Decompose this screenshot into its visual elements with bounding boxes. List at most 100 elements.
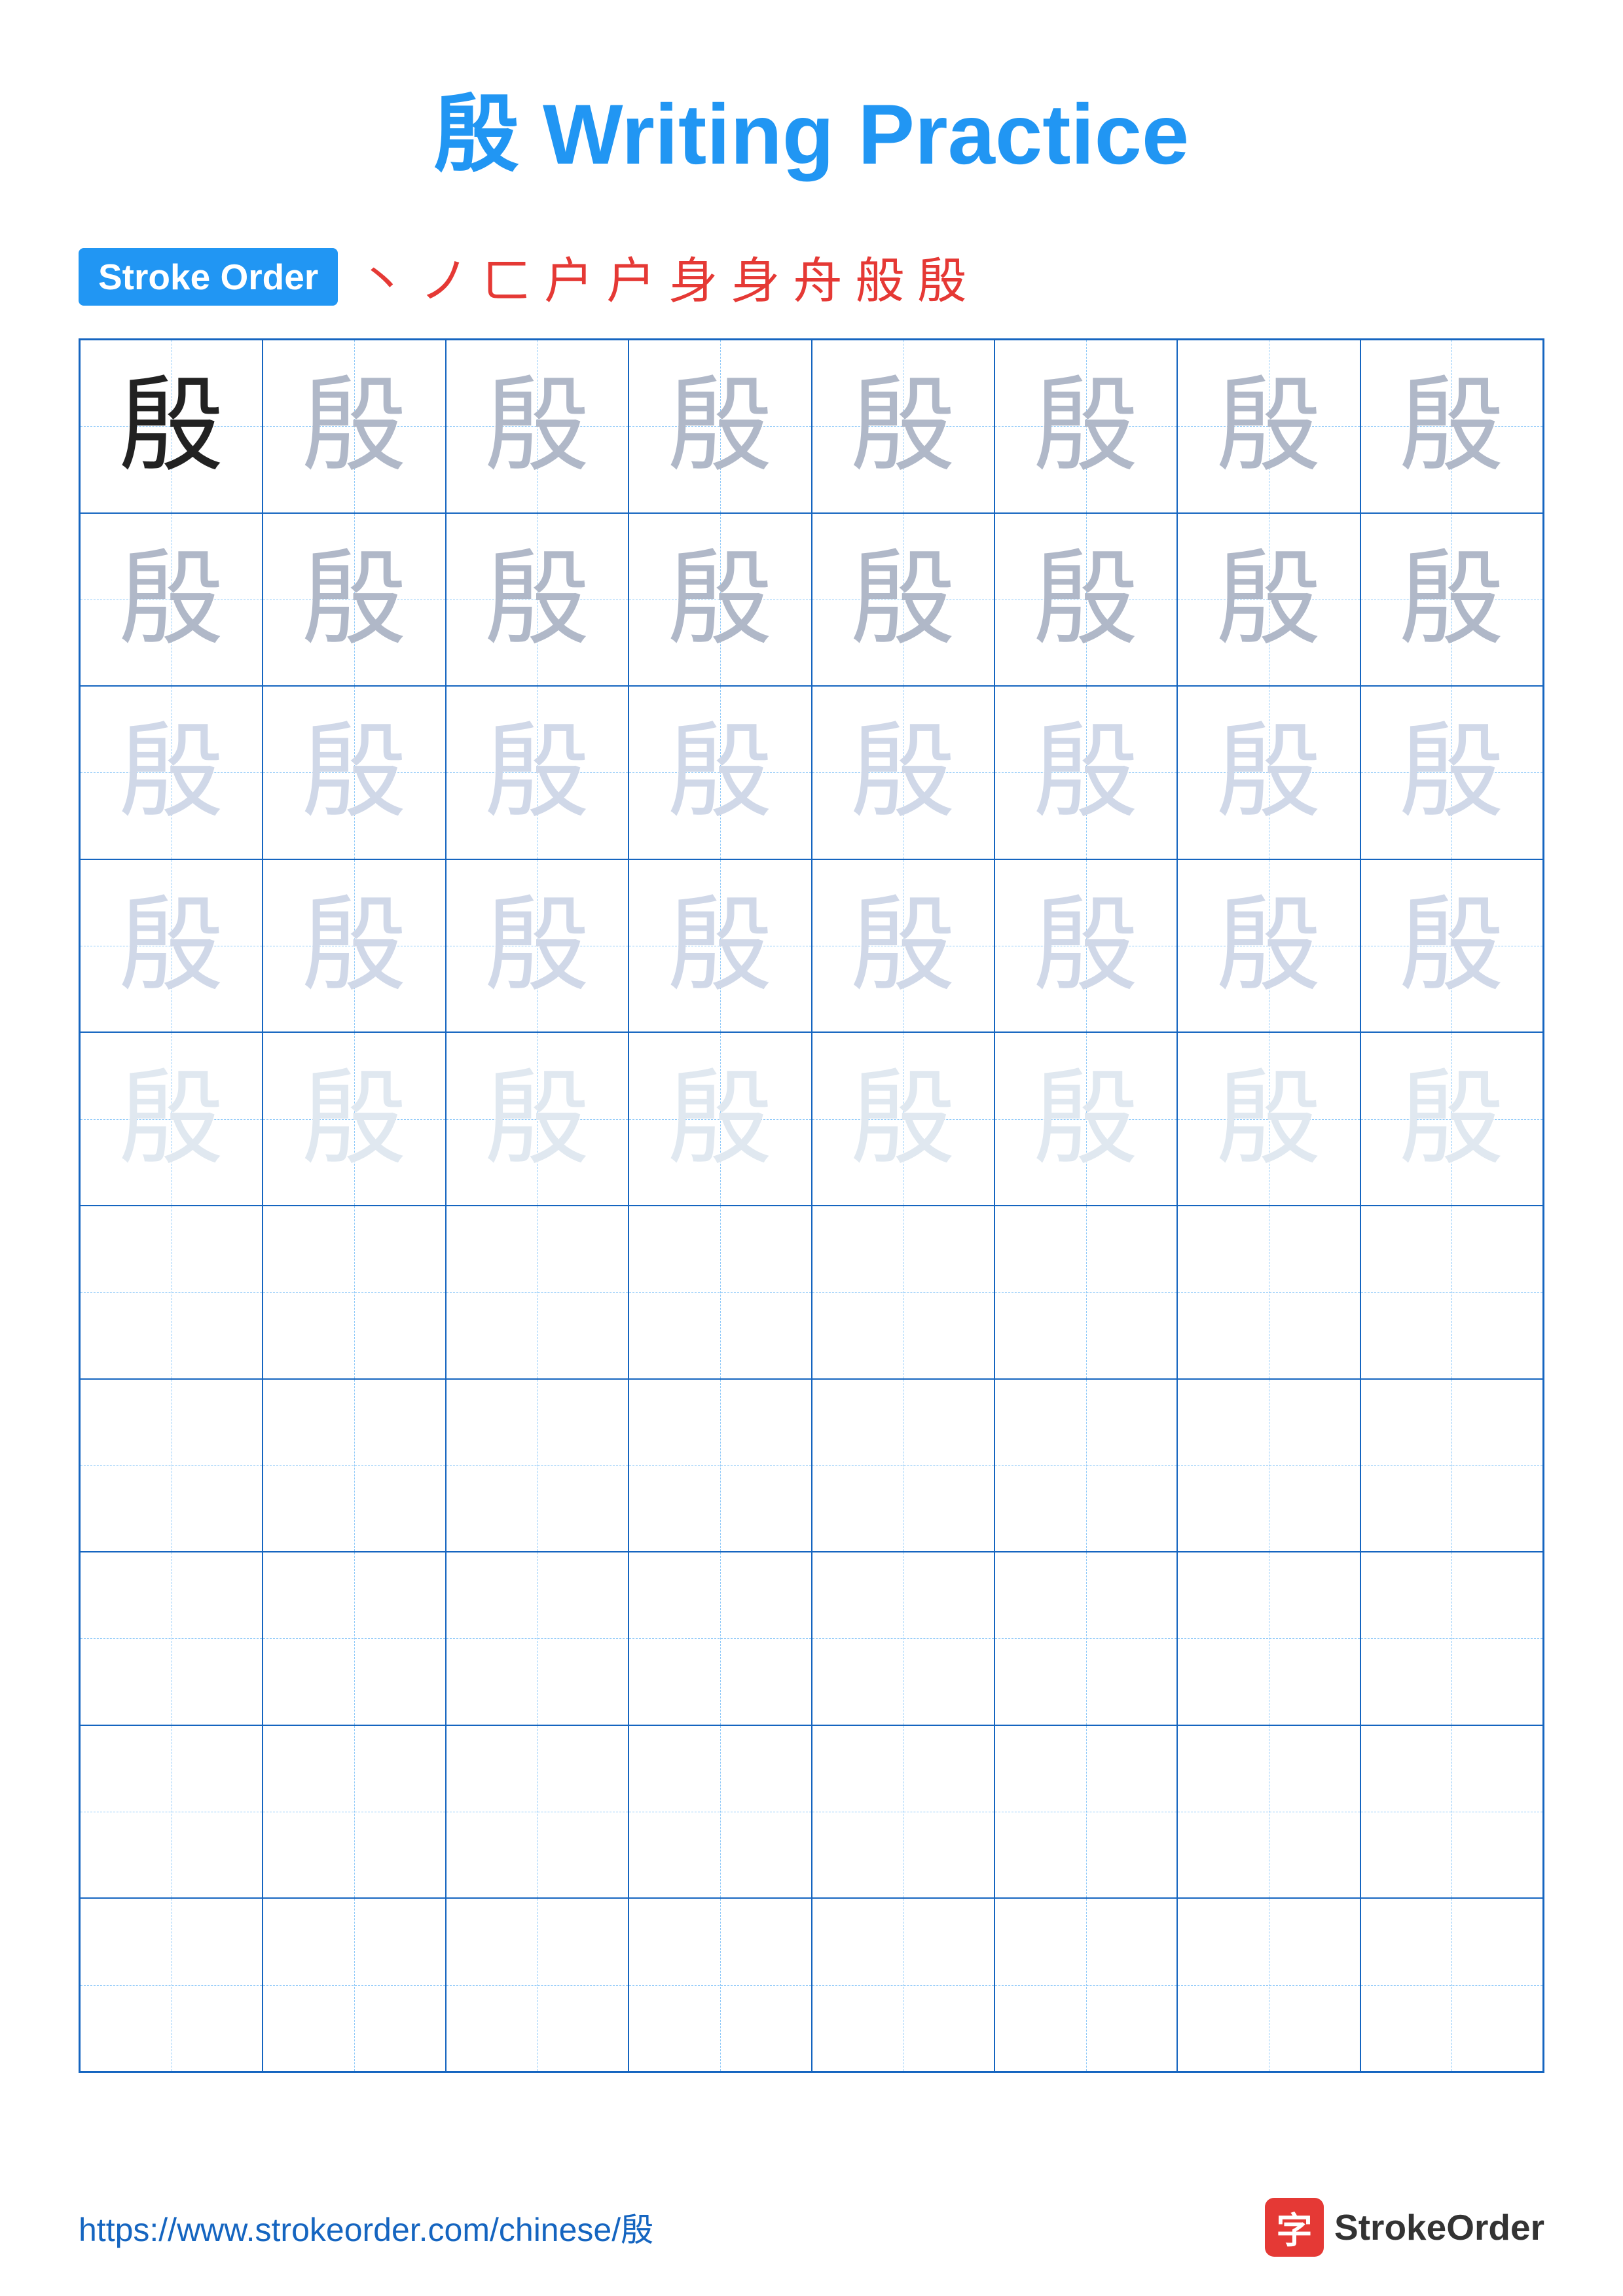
- character-2-0: 殷: [119, 720, 224, 825]
- character-2-7: 殷: [1399, 720, 1504, 825]
- grid-cell-6-2[interactable]: [446, 1379, 629, 1552]
- grid-cell-5-0[interactable]: [80, 1206, 263, 1379]
- grid-cell-3-0[interactable]: 殷: [80, 859, 263, 1033]
- character-4-4: 殷: [850, 1067, 955, 1172]
- grid-cell-9-1[interactable]: [263, 1898, 445, 2072]
- stroke-sequence: 丶ノㄈ户户身身舟般殷: [357, 241, 966, 312]
- grid-cell-8-6[interactable]: [1177, 1725, 1360, 1899]
- character-1-0: 殷: [119, 547, 224, 652]
- grid-cell-7-2[interactable]: [446, 1552, 629, 1725]
- character-1-6: 殷: [1216, 547, 1321, 652]
- grid-cell-2-0[interactable]: 殷: [80, 686, 263, 859]
- grid-cell-8-3[interactable]: [629, 1725, 811, 1899]
- grid-cell-2-5[interactable]: 殷: [994, 686, 1177, 859]
- grid-cell-7-7[interactable]: [1360, 1552, 1543, 1725]
- grid-cell-6-0[interactable]: [80, 1379, 263, 1552]
- grid-cell-1-7[interactable]: 殷: [1360, 513, 1543, 687]
- grid-cell-2-3[interactable]: 殷: [629, 686, 811, 859]
- grid-cell-9-2[interactable]: [446, 1898, 629, 2072]
- grid-cell-9-5[interactable]: [994, 1898, 1177, 2072]
- grid-cell-9-4[interactable]: [812, 1898, 994, 2072]
- grid-cell-1-1[interactable]: 殷: [263, 513, 445, 687]
- grid-cell-7-0[interactable]: [80, 1552, 263, 1725]
- character-4-3: 殷: [668, 1067, 773, 1172]
- footer-logo: 字 StrokeOrder: [1265, 2198, 1544, 2257]
- grid-cell-6-4[interactable]: [812, 1379, 994, 1552]
- grid-cell-9-6[interactable]: [1177, 1898, 1360, 2072]
- grid-cell-8-2[interactable]: [446, 1725, 629, 1899]
- grid-cell-7-5[interactable]: [994, 1552, 1177, 1725]
- grid-cell-9-7[interactable]: [1360, 1898, 1543, 2072]
- grid-cell-4-0[interactable]: 殷: [80, 1032, 263, 1206]
- grid-cell-1-3[interactable]: 殷: [629, 513, 811, 687]
- character-4-6: 殷: [1216, 1067, 1321, 1172]
- grid-cell-1-0[interactable]: 殷: [80, 513, 263, 687]
- grid-cell-5-6[interactable]: [1177, 1206, 1360, 1379]
- grid-cell-2-4[interactable]: 殷: [812, 686, 994, 859]
- stroke-step-5: 身: [668, 241, 718, 312]
- grid-cell-6-5[interactable]: [994, 1379, 1177, 1552]
- character-4-1: 殷: [302, 1067, 407, 1172]
- grid-cell-6-7[interactable]: [1360, 1379, 1543, 1552]
- grid-cell-5-2[interactable]: [446, 1206, 629, 1379]
- grid-cell-3-1[interactable]: 殷: [263, 859, 445, 1033]
- grid-cell-7-3[interactable]: [629, 1552, 811, 1725]
- grid-cell-5-4[interactable]: [812, 1206, 994, 1379]
- grid-cell-1-4[interactable]: 殷: [812, 513, 994, 687]
- grid-cell-4-4[interactable]: 殷: [812, 1032, 994, 1206]
- grid-cell-6-1[interactable]: [263, 1379, 445, 1552]
- practice-grid[interactable]: 殷殷殷殷殷殷殷殷殷殷殷殷殷殷殷殷殷殷殷殷殷殷殷殷殷殷殷殷殷殷殷殷殷殷殷殷殷殷殷殷: [79, 338, 1544, 2073]
- grid-cell-2-1[interactable]: 殷: [263, 686, 445, 859]
- grid-cell-0-6[interactable]: 殷: [1177, 340, 1360, 513]
- grid-cell-4-2[interactable]: 殷: [446, 1032, 629, 1206]
- grid-cell-0-5[interactable]: 殷: [994, 340, 1177, 513]
- grid-cell-3-2[interactable]: 殷: [446, 859, 629, 1033]
- grid-cell-4-3[interactable]: 殷: [629, 1032, 811, 1206]
- grid-cell-3-7[interactable]: 殷: [1360, 859, 1543, 1033]
- logo-icon: 字: [1265, 2198, 1324, 2257]
- grid-cell-8-1[interactable]: [263, 1725, 445, 1899]
- grid-cell-4-1[interactable]: 殷: [263, 1032, 445, 1206]
- grid-cell-4-5[interactable]: 殷: [994, 1032, 1177, 1206]
- stroke-step-9: 殷: [917, 241, 966, 312]
- grid-cell-5-3[interactable]: [629, 1206, 811, 1379]
- grid-cell-1-5[interactable]: 殷: [994, 513, 1177, 687]
- grid-cell-3-5[interactable]: 殷: [994, 859, 1177, 1033]
- grid-cell-8-5[interactable]: [994, 1725, 1177, 1899]
- grid-cell-8-4[interactable]: [812, 1725, 994, 1899]
- grid-cell-0-3[interactable]: 殷: [629, 340, 811, 513]
- grid-cell-2-7[interactable]: 殷: [1360, 686, 1543, 859]
- grid-cell-2-2[interactable]: 殷: [446, 686, 629, 859]
- grid-cell-7-1[interactable]: [263, 1552, 445, 1725]
- character-3-0: 殷: [119, 893, 224, 998]
- grid-cell-0-1[interactable]: 殷: [263, 340, 445, 513]
- grid-cell-3-3[interactable]: 殷: [629, 859, 811, 1033]
- grid-cell-7-4[interactable]: [812, 1552, 994, 1725]
- stroke-step-8: 般: [855, 241, 904, 312]
- grid-cell-3-6[interactable]: 殷: [1177, 859, 1360, 1033]
- grid-cell-6-6[interactable]: [1177, 1379, 1360, 1552]
- grid-cell-5-1[interactable]: [263, 1206, 445, 1379]
- grid-cell-4-7[interactable]: 殷: [1360, 1032, 1543, 1206]
- grid-cell-5-7[interactable]: [1360, 1206, 1543, 1379]
- grid-cell-9-0[interactable]: [80, 1898, 263, 2072]
- grid-cell-1-6[interactable]: 殷: [1177, 513, 1360, 687]
- grid-cell-8-0[interactable]: [80, 1725, 263, 1899]
- grid-cell-0-2[interactable]: 殷: [446, 340, 629, 513]
- grid-cell-4-6[interactable]: 殷: [1177, 1032, 1360, 1206]
- character-3-3: 殷: [668, 893, 773, 998]
- character-3-4: 殷: [850, 893, 955, 998]
- grid-cell-5-5[interactable]: [994, 1206, 1177, 1379]
- grid-cell-6-3[interactable]: [629, 1379, 811, 1552]
- grid-cell-2-6[interactable]: 殷: [1177, 686, 1360, 859]
- grid-cell-8-7[interactable]: [1360, 1725, 1543, 1899]
- grid-cell-7-6[interactable]: [1177, 1552, 1360, 1725]
- character-1-3: 殷: [668, 547, 773, 652]
- grid-cell-0-0[interactable]: 殷: [80, 340, 263, 513]
- grid-cell-9-3[interactable]: [629, 1898, 811, 2072]
- grid-cell-1-2[interactable]: 殷: [446, 513, 629, 687]
- grid-cell-0-4[interactable]: 殷: [812, 340, 994, 513]
- grid-cell-3-4[interactable]: 殷: [812, 859, 994, 1033]
- grid-cell-0-7[interactable]: 殷: [1360, 340, 1543, 513]
- page: 殷 Writing Practice Stroke Order 丶ノㄈ户户身身舟…: [0, 0, 1623, 2296]
